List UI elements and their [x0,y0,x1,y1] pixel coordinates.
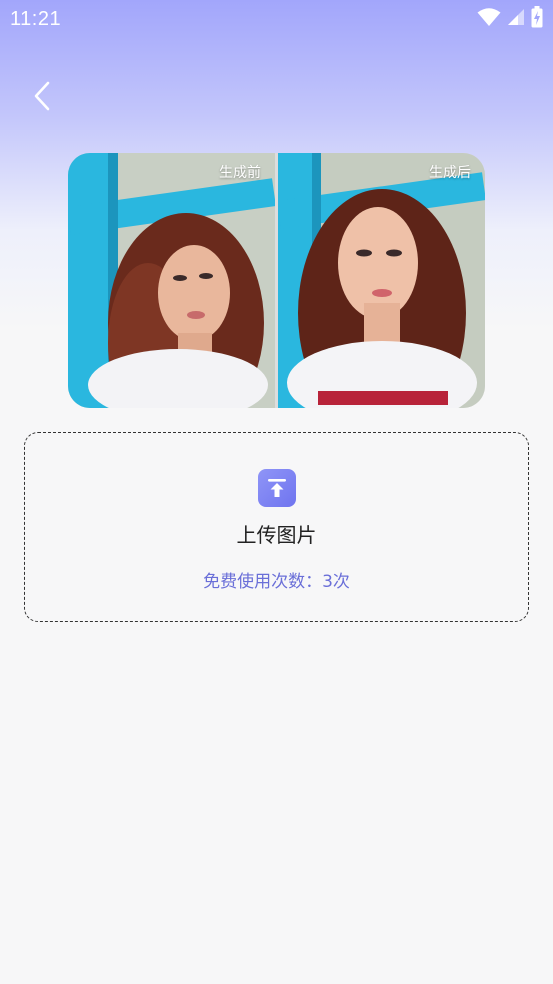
back-button[interactable] [24,80,60,116]
status-bar: 11:21 [0,0,553,38]
before-label: 生成前 [219,165,261,181]
upload-icon [258,469,296,507]
status-icons [477,6,543,32]
after-portrait-image [278,153,485,408]
before-photo: 生成前 [68,153,275,408]
after-label: 生成后 [429,165,471,181]
upload-title: 上传图片 [236,523,317,547]
signal-icon [507,8,525,30]
wifi-icon [477,7,501,31]
chevron-left-icon [32,80,52,116]
before-portrait-image [68,153,275,408]
after-photo: 生成后 [278,153,485,408]
free-uses-count: 免费使用次数：3次 [203,572,350,592]
before-after-comparison: 生成前 生成后 [68,153,485,408]
upload-image-area[interactable]: 上传图片 免费使用次数：3次 [24,432,529,622]
status-time: 11:21 [10,7,62,30]
battery-charging-icon [531,6,543,32]
